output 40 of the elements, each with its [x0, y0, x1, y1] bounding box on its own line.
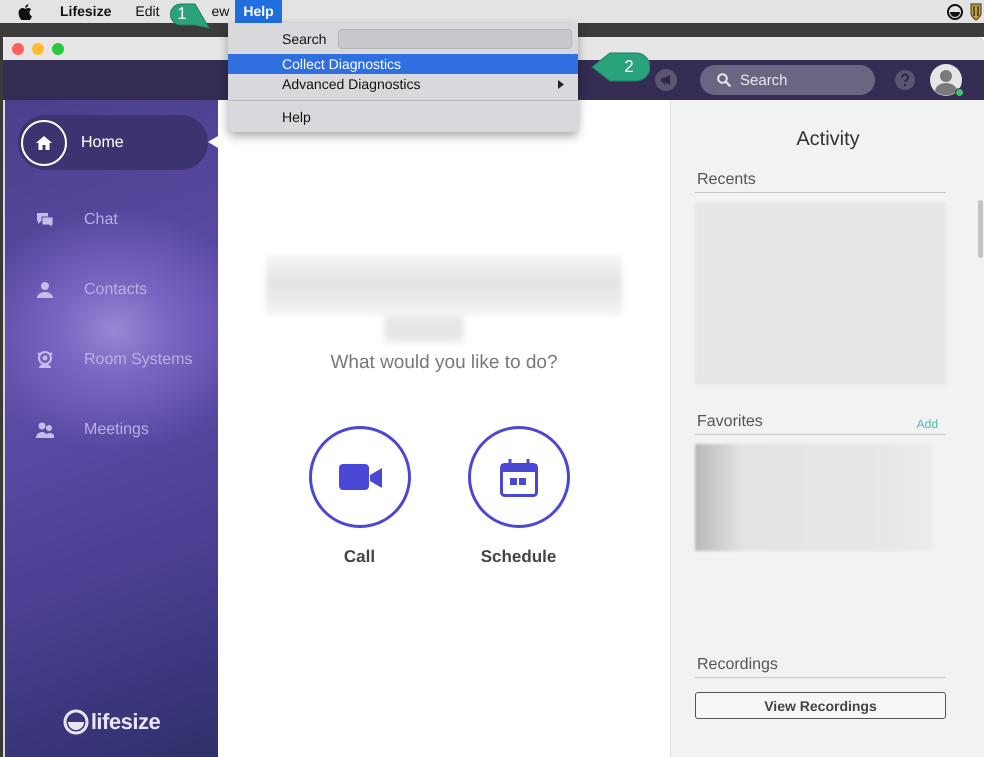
search-icon	[717, 73, 731, 87]
sidebar-item[interactable]: Meetings	[18, 395, 208, 465]
sidebar-item[interactable]: Chat	[18, 185, 208, 255]
menu-item[interactable]: Collect Diagnostics	[228, 54, 578, 74]
action-label: Call	[344, 547, 376, 567]
person-icon	[36, 281, 54, 299]
prompt-text: What would you like to do?	[330, 352, 558, 374]
chat-bubbles-icon	[36, 211, 54, 229]
menu-item[interactable]: Edit	[127, 0, 168, 23]
home-icon	[35, 134, 53, 152]
close-button[interactable]	[12, 42, 24, 54]
apple-icon	[18, 4, 32, 20]
section-title: Favorites	[697, 413, 763, 431]
section-title: Recents	[697, 171, 756, 189]
avatar[interactable]	[930, 64, 962, 96]
search-field[interactable]	[338, 29, 572, 49]
logo-text: lifesize	[90, 709, 160, 735]
menu-label: Search	[282, 31, 328, 47]
people-icon	[36, 421, 54, 439]
menu-item[interactable]: Help	[228, 107, 578, 127]
menu-item[interactable]: Advanced Diagnostics	[228, 74, 578, 94]
menu-item[interactable]: Help	[235, 0, 282, 23]
webcam-icon	[36, 351, 54, 369]
scrollbar-thumb[interactable]	[978, 200, 983, 258]
section-title: Recordings	[697, 656, 778, 674]
help-icon	[895, 70, 915, 90]
megaphone-icon	[655, 69, 677, 91]
view-recordings-button[interactable]: View Recordings	[695, 692, 946, 719]
search-field[interactable]: Search	[700, 65, 875, 95]
action-label: Schedule	[480, 547, 556, 567]
status-icon	[946, 2, 964, 20]
callout-badge: 1	[170, 1, 210, 31]
callout-badge: 2	[590, 51, 650, 83]
logo-icon	[62, 709, 89, 735]
panel-title: Activity	[795, 128, 861, 151]
zoom-button[interactable]	[52, 42, 64, 54]
minimize-button[interactable]	[32, 42, 44, 54]
menu-item[interactable]: Lifesize	[52, 0, 120, 23]
menu-item[interactable]: ew	[211, 0, 234, 23]
shield-icon	[970, 2, 982, 20]
